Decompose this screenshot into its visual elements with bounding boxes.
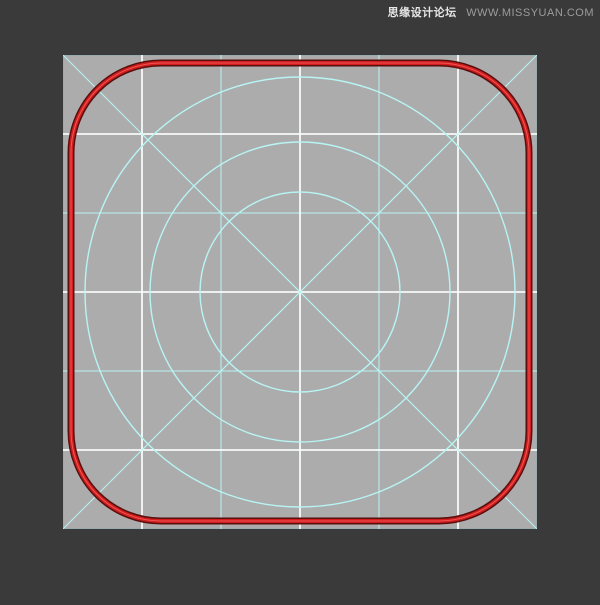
watermark-brand: 思缘设计论坛 (388, 7, 457, 19)
artboard[interactable] (63, 55, 537, 529)
watermark-url: WWW.MISSYUAN.COM (466, 7, 594, 19)
design-canvas-svg (63, 55, 537, 529)
editor-viewport: 思缘设计论坛 WWW.MISSYUAN.COM (0, 0, 600, 605)
watermark: 思缘设计论坛 WWW.MISSYUAN.COM (388, 4, 594, 20)
